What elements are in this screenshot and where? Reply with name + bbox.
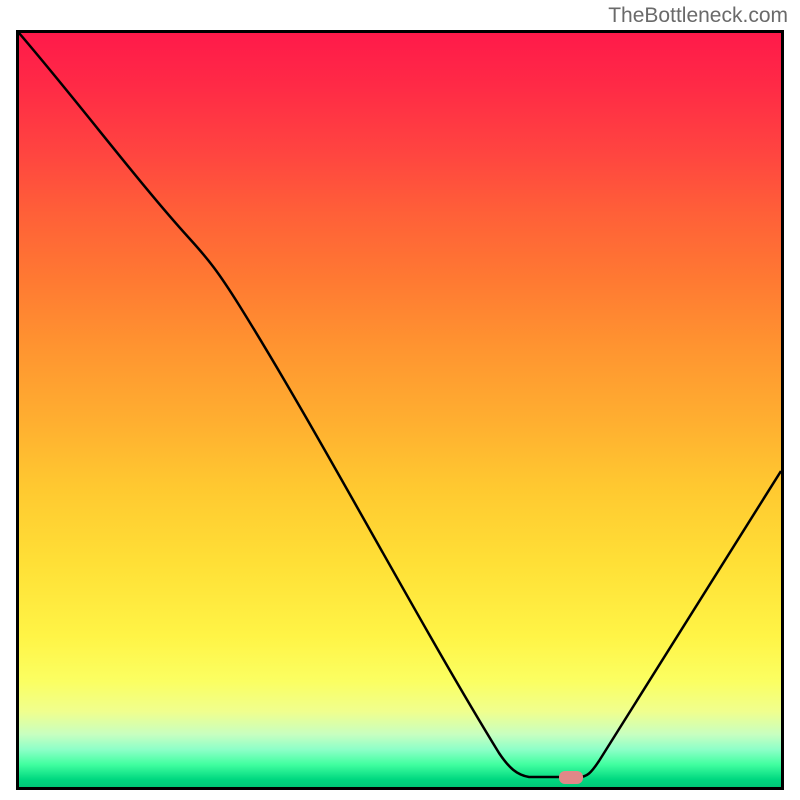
optimal-marker — [559, 771, 583, 784]
watermark-text: TheBottleneck.com — [608, 4, 788, 28]
bottleneck-curve — [19, 33, 781, 777]
chart-svg — [19, 33, 781, 787]
chart-frame — [16, 30, 784, 790]
chart-container: TheBottleneck.com — [0, 0, 800, 800]
